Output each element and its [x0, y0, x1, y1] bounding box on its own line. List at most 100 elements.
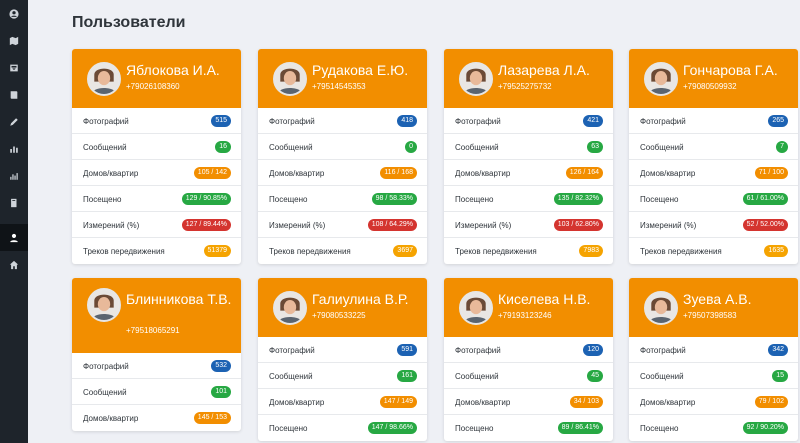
person-name[interactable]: Блинникова Т.В. [126, 291, 238, 307]
stat-row-houses: Домов/квартир 116 / 168 [258, 160, 427, 186]
stat-row-visited: Посещено 61 / 61.00% [629, 186, 798, 212]
card-stats: Фотографий 342 Сообщений 15 Домов/квартир 79 … [629, 337, 798, 441]
stat-row-messages: Сообщений 101 [72, 379, 241, 405]
user-card[interactable]: Блинникова Т.В. +79518065291 Фотографий 532… [72, 278, 241, 431]
person-phone: +79026108360 [126, 82, 180, 91]
stat-row-houses: Домов/квартир 79 / 102 [629, 389, 798, 415]
person-name[interactable]: Яблокова И.А. [126, 62, 238, 78]
person-phone: +79518065291 [126, 326, 180, 335]
card-header: Рудакова Е.Ю. +79514545353 [258, 49, 427, 108]
stat-row-measurements: Измерений (%) 52 / 52.00% [629, 212, 798, 238]
stat-badge: 418 [397, 115, 417, 127]
stat-badge: 0 [405, 141, 417, 153]
stat-label: Фотографий [640, 346, 686, 355]
sidebar-item-bar-chart-alt[interactable] [0, 162, 28, 189]
user-photo-icon [275, 64, 305, 94]
stat-label: Посещено [640, 195, 679, 204]
sidebar-item-user[interactable] [0, 224, 28, 251]
card-header: Галиулина В.Р. +79080533225 [258, 278, 427, 337]
stat-badge: 7 [776, 141, 788, 153]
stat-label: Посещено [83, 195, 122, 204]
stat-badge: 515 [211, 115, 231, 127]
stat-row-visited: Посещено 135 / 82.32% [444, 186, 613, 212]
stat-badge: 135 / 82.32% [553, 193, 603, 205]
stat-row-photos: Фотографий 342 [629, 337, 798, 363]
person-name[interactable]: Рудакова Е.Ю. [312, 62, 424, 78]
avatar [644, 62, 678, 96]
book-icon [10, 90, 18, 99]
person-phone: +79080533225 [312, 311, 366, 320]
sidebar-item-inbox[interactable] [0, 54, 28, 81]
stat-row-photos: Фотографий 421 [444, 108, 613, 134]
person-name[interactable]: Лазарева Л.А. [498, 62, 610, 78]
card-header: Зуева А.В. +79507398583 [629, 278, 798, 337]
stat-label: Посещено [455, 195, 494, 204]
stat-badge: 63 [587, 141, 603, 153]
stat-label: Домов/квартир [455, 398, 511, 407]
stat-label: Посещено [269, 195, 308, 204]
card-header: Лазарева Л.А. +79525275732 [444, 49, 613, 108]
stat-badge: 127 / 89.44% [181, 219, 231, 231]
person-name[interactable]: Зуева А.В. [683, 291, 795, 307]
person-name[interactable]: Гончарова Г.А. [683, 62, 795, 78]
sidebar-item-bar-chart[interactable] [0, 135, 28, 162]
avatar [644, 291, 678, 325]
avatar [273, 62, 307, 96]
person-name[interactable]: Галиулина В.Р. [312, 291, 424, 307]
card-stats: Фотографий 265 Сообщений 7 Домов/квартир 71 /… [629, 108, 798, 264]
stat-badge: 145 / 153 [193, 412, 231, 424]
stat-badge: 126 / 164 [565, 167, 603, 179]
sidebar-item-home[interactable] [0, 251, 28, 278]
user-card[interactable]: Рудакова Е.Ю. +79514545353 Фотографий 418 Со… [258, 49, 427, 264]
stat-row-messages: Сообщений 63 [444, 134, 613, 160]
user-card[interactable]: Лазарева Л.А. +79525275732 Фотографий 421 Со… [444, 49, 613, 264]
sidebar-item-pencil[interactable] [0, 108, 28, 135]
stat-badge: 129 / 90.85% [181, 193, 231, 205]
card-header: Киселева Н.В. +79193123246 [444, 278, 613, 337]
stat-badge: 147 / 149 [379, 396, 417, 408]
stat-row-houses: Домов/квартир 71 / 100 [629, 160, 798, 186]
person-name[interactable]: Киселева Н.В. [498, 291, 610, 307]
stat-label: Сообщений [83, 388, 127, 397]
stat-badge: 3697 [393, 245, 417, 257]
card-stats: Фотографий 591 Сообщений 161 Домов/квартир 14… [258, 337, 427, 441]
stat-label: Посещено [269, 424, 308, 433]
stat-row-messages: Сообщений 16 [72, 134, 241, 160]
stat-row-photos: Фотографий 591 [258, 337, 427, 363]
sidebar-item-map[interactable] [0, 27, 28, 54]
stat-badge: 34 / 103 [569, 396, 603, 408]
stat-label: Фотографий [640, 117, 686, 126]
stat-label: Сообщений [455, 372, 499, 381]
user-card[interactable]: Гончарова Г.А. +79080509932 Фотографий 265 С… [629, 49, 798, 264]
user-photo-icon [275, 293, 305, 323]
stat-row-photos: Фотографий 418 [258, 108, 427, 134]
stat-row-measurements: Измерений (%) 127 / 89.44% [72, 212, 241, 238]
card-header: Яблокова И.А. +79026108360 [72, 49, 241, 108]
sidebar-item-user-circle[interactable] [0, 0, 28, 27]
sidebar-item-book-alt[interactable] [0, 189, 28, 216]
pencil-icon [10, 117, 18, 126]
user-card[interactable]: Яблокова И.А. +79026108360 Фотографий 515 Со… [72, 49, 241, 264]
stat-badge: 103 / 62.80% [553, 219, 603, 231]
user-card[interactable]: Киселева Н.В. +79193123246 Фотографий 120 Со… [444, 278, 613, 441]
stat-label: Треков передвижения [269, 247, 351, 256]
sidebar-item-book[interactable] [0, 81, 28, 108]
user-card[interactable]: Зуева А.В. +79507398583 Фотографий 342 Сообщ… [629, 278, 798, 441]
stat-row-visited: Посещено 147 / 98.66% [258, 415, 427, 441]
stat-label: Домов/квартир [269, 398, 325, 407]
stat-label: Фотографий [269, 117, 315, 126]
stat-badge: 7983 [579, 245, 603, 257]
user-photo-icon [646, 293, 676, 323]
stat-row-tracks: Треков передвижения 1635 [629, 238, 798, 264]
stat-label: Фотографий [455, 346, 501, 355]
stat-label: Домов/квартир [83, 169, 139, 178]
card-stats: Фотографий 532 Сообщений 101 Домов/квартир 14… [72, 353, 241, 431]
person-phone: +79525275732 [498, 82, 552, 91]
stat-badge: 101 [211, 386, 231, 398]
card-header: Гончарова Г.А. +79080509932 [629, 49, 798, 108]
bar-chart-alt-icon [10, 172, 18, 180]
stat-label: Фотографий [455, 117, 501, 126]
user-card[interactable]: Галиулина В.Р. +79080533225 Фотографий 591 С… [258, 278, 427, 441]
user-photo-icon [89, 64, 119, 94]
user-photo-icon [89, 290, 119, 320]
